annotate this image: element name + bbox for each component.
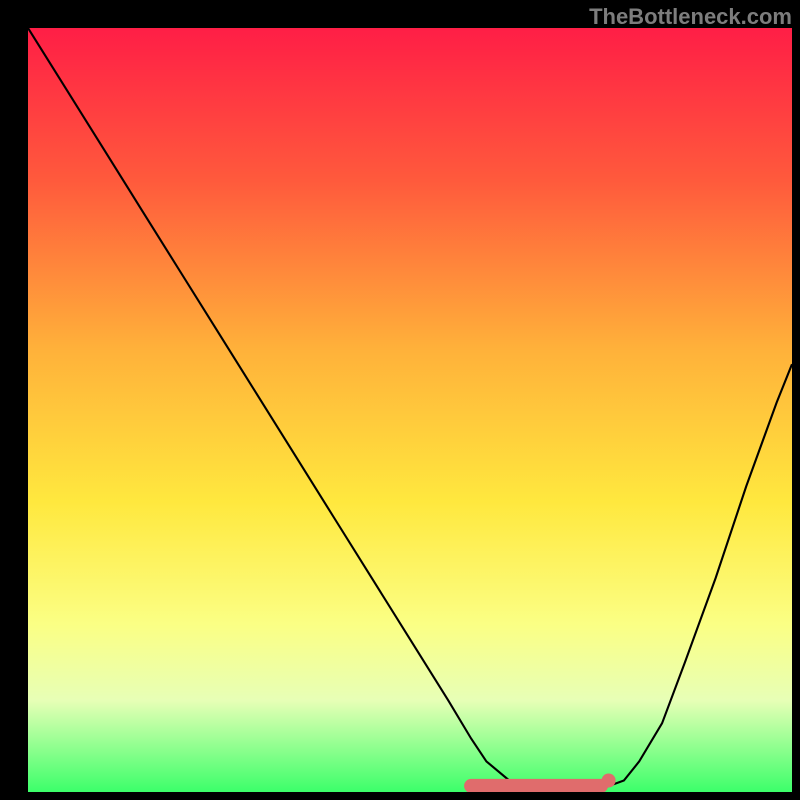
bottleneck-curve	[28, 28, 792, 791]
chart-frame: TheBottleneck.com	[0, 0, 800, 800]
plot-area	[28, 28, 792, 792]
curve-svg	[28, 28, 792, 792]
optimal-point	[602, 774, 616, 788]
watermark-text: TheBottleneck.com	[589, 4, 792, 30]
